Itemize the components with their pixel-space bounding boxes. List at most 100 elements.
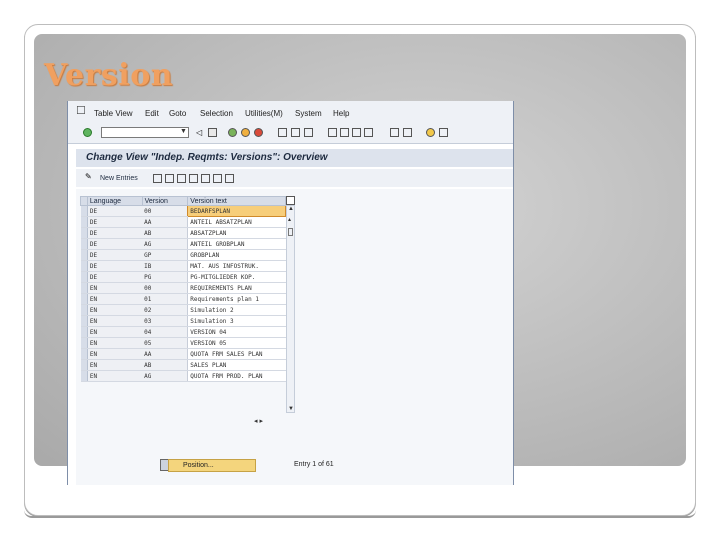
- command-field-dropdown-icon[interactable]: ▼: [180, 128, 187, 135]
- cell-language: EN: [87, 326, 143, 338]
- exit-icon[interactable]: [241, 128, 250, 137]
- delete-icon[interactable]: [165, 174, 174, 183]
- cell-version-text[interactable]: BEDARFSPLAN: [187, 205, 286, 217]
- back-icon[interactable]: [228, 128, 237, 137]
- cell-version-text[interactable]: GROBPLAN: [187, 249, 286, 261]
- table-row: EN AG QUOTA FRM PROD. PLAN: [80, 370, 286, 382]
- position-button[interactable]: Position...: [168, 459, 256, 472]
- row-selector[interactable]: [80, 282, 88, 294]
- new-entries-button[interactable]: New Entries: [100, 175, 138, 182]
- cell-version-text[interactable]: ANTEIL ABSATZPLAN: [187, 216, 286, 228]
- undo-change-icon[interactable]: [177, 174, 186, 183]
- cell-language: DE: [87, 216, 143, 228]
- menu-help[interactable]: Help: [333, 109, 349, 118]
- row-selector[interactable]: [80, 238, 88, 250]
- enter-icon[interactable]: [83, 128, 92, 137]
- cell-version-text[interactable]: Requirements plan 1: [187, 293, 286, 305]
- row-selector[interactable]: [80, 293, 88, 305]
- menu-system[interactable]: System: [295, 109, 322, 118]
- copy-as-icon[interactable]: [153, 174, 162, 183]
- display-change-icon[interactable]: ✎: [85, 172, 94, 181]
- vertical-scrollbar[interactable]: ▲ ▴ ▼: [286, 205, 295, 413]
- cell-language: DE: [87, 260, 143, 272]
- row-selector[interactable]: [80, 315, 88, 327]
- cell-version: PG: [142, 271, 188, 283]
- row-selector[interactable]: [80, 205, 88, 217]
- cell-language: EN: [87, 337, 143, 349]
- cell-version-text[interactable]: Simulation 3: [187, 315, 286, 327]
- cell-version: AG: [142, 238, 188, 250]
- cell-version: 01: [142, 293, 188, 305]
- first-page-icon[interactable]: [328, 128, 337, 137]
- cell-language: DE: [87, 271, 143, 283]
- scroll-page-up-icon[interactable]: ▴: [288, 216, 291, 223]
- command-field[interactable]: [101, 127, 189, 138]
- row-selector[interactable]: [80, 359, 88, 371]
- select-all-icon[interactable]: [189, 174, 198, 183]
- table-row: DE 00 BEDARFSPLAN: [80, 205, 286, 217]
- cell-language: EN: [87, 315, 143, 327]
- sap-menu-icon[interactable]: ☐: [76, 104, 88, 117]
- cell-version-text[interactable]: VERSION 05: [187, 337, 286, 349]
- cell-version-text[interactable]: Simulation 2: [187, 304, 286, 316]
- row-selector[interactable]: [80, 304, 88, 316]
- cell-version-text[interactable]: ANTEIL GROBPLAN: [187, 238, 286, 250]
- help-icon[interactable]: [426, 128, 435, 137]
- details-icon[interactable]: [225, 174, 234, 183]
- row-selector[interactable]: [80, 337, 88, 349]
- new-session-icon[interactable]: [390, 128, 399, 137]
- row-selector[interactable]: [80, 260, 88, 272]
- row-selector[interactable]: [80, 271, 88, 283]
- cell-language: EN: [87, 293, 143, 305]
- column-header-language[interactable]: Language: [86, 196, 143, 206]
- layout-menu-icon[interactable]: [439, 128, 448, 137]
- cell-version-text[interactable]: QUOTA FRM SALES PLAN: [187, 348, 286, 360]
- table-row: EN 00 REQUIREMENTS PLAN: [80, 282, 286, 294]
- scroll-thumb[interactable]: [288, 228, 293, 236]
- cell-version-text[interactable]: VERSION 04: [187, 326, 286, 338]
- select-block-icon[interactable]: [201, 174, 210, 183]
- row-selector[interactable]: [80, 370, 88, 382]
- row-selector[interactable]: [80, 216, 88, 228]
- cell-language: DE: [87, 205, 143, 217]
- row-selector-header[interactable]: [80, 196, 88, 206]
- save-icon[interactable]: [208, 128, 217, 137]
- cell-language: EN: [87, 348, 143, 360]
- shortcut-icon[interactable]: [403, 128, 412, 137]
- cell-version-text[interactable]: ABSATZPLAN: [187, 227, 286, 239]
- table-row: EN 03 Simulation 3: [80, 315, 286, 327]
- find-icon[interactable]: [291, 128, 300, 137]
- next-page-icon[interactable]: [352, 128, 361, 137]
- cancel-icon[interactable]: [254, 128, 263, 137]
- cell-version-text[interactable]: QUOTA FRM PROD. PLAN: [187, 370, 286, 382]
- column-header-version-text[interactable]: Version text: [187, 196, 286, 206]
- row-selector[interactable]: [80, 227, 88, 239]
- cell-version-text[interactable]: MAT. AUS INFOSTRUK.: [187, 260, 286, 272]
- previous-page-icon[interactable]: [340, 128, 349, 137]
- scroll-down-icon[interactable]: ▼: [288, 406, 294, 412]
- cell-version-text[interactable]: SALES PLAN: [187, 359, 286, 371]
- column-header-version[interactable]: Version: [141, 196, 189, 206]
- find-next-icon[interactable]: [304, 128, 313, 137]
- table-row: EN 01 Requirements plan 1: [80, 293, 286, 305]
- last-page-icon[interactable]: [364, 128, 373, 137]
- cell-version: 00: [142, 205, 188, 217]
- column-settings-icon[interactable]: [286, 196, 295, 205]
- row-selector[interactable]: [80, 348, 88, 360]
- menu-selection[interactable]: Selection: [200, 109, 233, 118]
- cell-version-text[interactable]: REQUIREMENTS PLAN: [187, 282, 286, 294]
- back-arrow-icon[interactable]: ◁: [196, 128, 202, 137]
- deselect-all-icon[interactable]: [213, 174, 222, 183]
- row-selector[interactable]: [80, 249, 88, 261]
- menu-table-view[interactable]: Table View: [94, 109, 133, 118]
- cell-version: 05: [142, 337, 188, 349]
- row-selector[interactable]: [80, 326, 88, 338]
- menu-edit[interactable]: Edit: [145, 109, 159, 118]
- table-row: EN 05 VERSION 05: [80, 337, 286, 349]
- print-icon[interactable]: [278, 128, 287, 137]
- horizontal-scroll-arrows[interactable]: ◂ ▸: [254, 417, 284, 425]
- scroll-up-icon[interactable]: ▲: [288, 206, 294, 212]
- menu-goto[interactable]: Goto: [169, 109, 186, 118]
- menu-utilities[interactable]: Utilities(M): [245, 109, 283, 118]
- cell-version-text[interactable]: PG-MITGLIEDER KOP.: [187, 271, 286, 283]
